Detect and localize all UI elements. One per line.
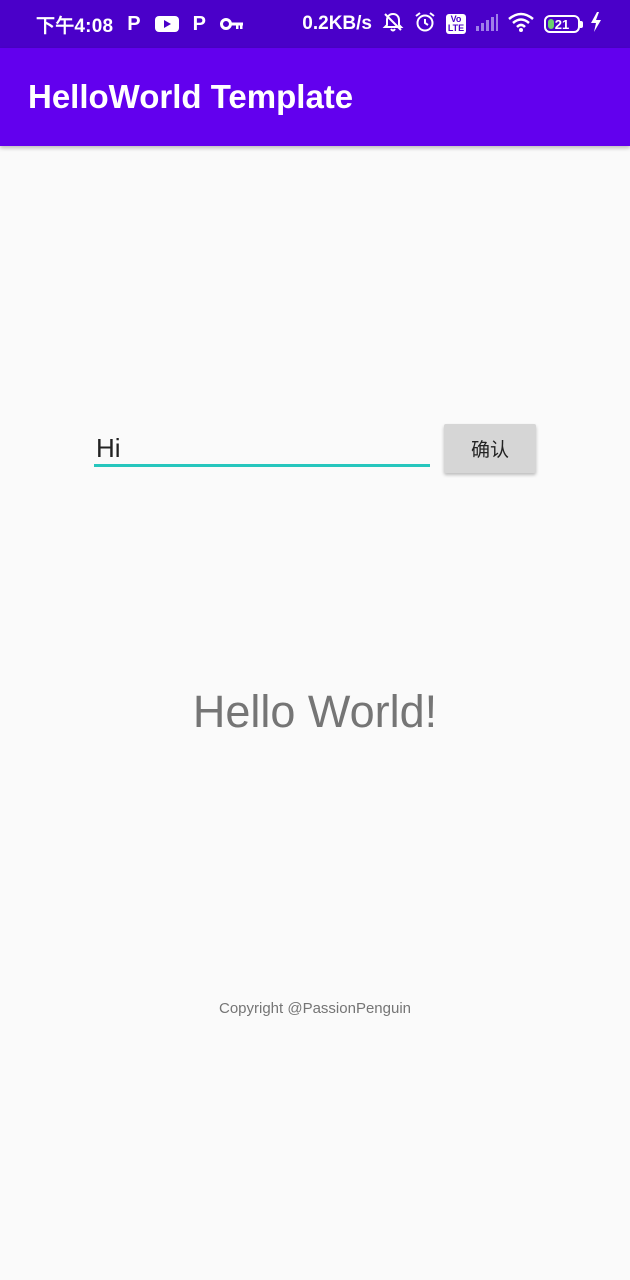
status-time: 下午4:08 (36, 15, 114, 37)
status-bar: 下午4:08 P P 0.2KB/s Vo LTE 21 (0, 0, 630, 48)
input-row: 确认 (94, 420, 536, 480)
confirm-button[interactable]: 确认 (444, 424, 536, 473)
battery-level: 21 (554, 16, 570, 32)
app-bar: HelloWorld Template (0, 48, 630, 146)
battery-fill (548, 19, 554, 29)
wifi-icon (508, 12, 534, 37)
app-title: HelloWorld Template (28, 78, 354, 115)
battery-icon: 21 (544, 15, 583, 33)
alarm-icon (414, 11, 436, 38)
network-speed: 0.2KB/s (302, 13, 372, 34)
key-icon (219, 17, 244, 31)
hello-world-text: Hello World! (192, 686, 438, 737)
text-input[interactable] (94, 428, 430, 468)
status-bar-left: 下午4:08 P P (36, 0, 244, 48)
input-underline (94, 464, 430, 467)
youtube-icon (154, 15, 179, 33)
charging-icon (590, 11, 602, 37)
bell-off-icon (382, 11, 404, 38)
p-app-icon: P (192, 13, 206, 35)
status-bar-right: 0.2KB/s Vo LTE 21 (302, 0, 602, 48)
volte-bottom-label: LTE (447, 23, 465, 33)
volte-icon: Vo LTE (446, 14, 466, 34)
signal-icon (476, 13, 498, 36)
p-app-icon: P (127, 13, 141, 35)
copyright-text: Copyright @PassionPenguin (218, 1000, 411, 1017)
